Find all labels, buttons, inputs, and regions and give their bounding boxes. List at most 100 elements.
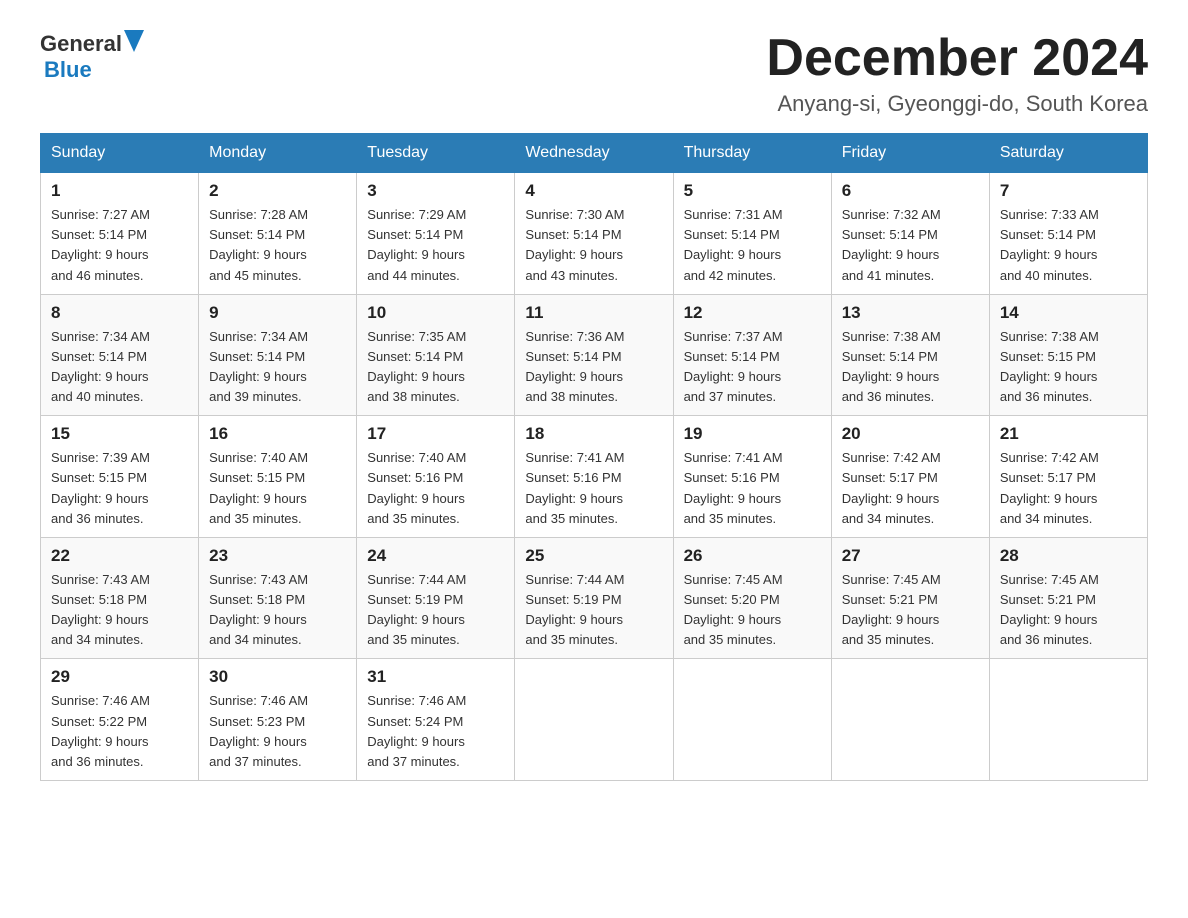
header-day-sunday: Sunday xyxy=(41,134,199,173)
cell-info: Sunrise: 7:35 AMSunset: 5:14 PMDaylight:… xyxy=(367,327,504,408)
cell-day-number: 24 xyxy=(367,546,504,566)
calendar-cell: 31 Sunrise: 7:46 AMSunset: 5:24 PMDayligh… xyxy=(357,659,515,781)
logo: General Blue xyxy=(40,30,144,83)
calendar-cell: 23 Sunrise: 7:43 AMSunset: 5:18 PMDayligh… xyxy=(199,537,357,659)
cell-day-number: 19 xyxy=(684,424,821,444)
logo-general: General xyxy=(40,31,122,57)
cell-info: Sunrise: 7:45 AMSunset: 5:21 PMDaylight:… xyxy=(842,570,979,651)
cell-info: Sunrise: 7:31 AMSunset: 5:14 PMDaylight:… xyxy=(684,205,821,286)
cell-info: Sunrise: 7:44 AMSunset: 5:19 PMDaylight:… xyxy=(367,570,504,651)
calendar-cell: 30 Sunrise: 7:46 AMSunset: 5:23 PMDayligh… xyxy=(199,659,357,781)
calendar-cell: 16Sunrise: 7:40 AMSunset: 5:15 PMDayligh… xyxy=(199,416,357,538)
cell-info: Sunrise: 7:37 AMSunset: 5:14 PMDaylight:… xyxy=(684,327,821,408)
cell-info: Sunrise: 7:46 AMSunset: 5:24 PMDaylight:… xyxy=(367,691,504,772)
cell-day-number: 4 xyxy=(525,181,662,201)
cell-day-number: 31 xyxy=(367,667,504,687)
cell-day-number: 5 xyxy=(684,181,821,201)
cell-day-number: 28 xyxy=(1000,546,1137,566)
title-block: December 2024 Anyang-si, Gyeonggi-do, So… xyxy=(766,30,1148,117)
cell-day-number: 25 xyxy=(525,546,662,566)
cell-info: Sunrise: 7:43 AMSunset: 5:18 PMDaylight:… xyxy=(209,570,346,651)
header: General Blue December 2024 Anyang-si, Gy… xyxy=(40,30,1148,117)
cell-info: Sunrise: 7:40 AMSunset: 5:15 PMDaylight:… xyxy=(209,448,346,529)
calendar-week-4: 22 Sunrise: 7:43 AMSunset: 5:18 PMDayligh… xyxy=(41,537,1148,659)
cell-day-number: 9 xyxy=(209,303,346,323)
cell-info: Sunrise: 7:42 AMSunset: 5:17 PMDaylight:… xyxy=(1000,448,1137,529)
cell-info: Sunrise: 7:27 AMSunset: 5:14 PMDaylight:… xyxy=(51,205,188,286)
cell-day-number: 15 xyxy=(51,424,188,444)
cell-day-number: 23 xyxy=(209,546,346,566)
cell-info: Sunrise: 7:29 AMSunset: 5:14 PMDaylight:… xyxy=(367,205,504,286)
calendar-cell: 27Sunrise: 7:45 AMSunset: 5:21 PMDayligh… xyxy=(831,537,989,659)
cell-day-number: 2 xyxy=(209,181,346,201)
cell-info: Sunrise: 7:38 AMSunset: 5:15 PMDaylight:… xyxy=(1000,327,1137,408)
cell-day-number: 6 xyxy=(842,181,979,201)
calendar-cell: 29 Sunrise: 7:46 AMSunset: 5:22 PMDayligh… xyxy=(41,659,199,781)
calendar-cell xyxy=(515,659,673,781)
calendar-title: December 2024 xyxy=(766,30,1148,87)
cell-day-number: 29 xyxy=(51,667,188,687)
header-day-friday: Friday xyxy=(831,134,989,173)
cell-info: Sunrise: 7:36 AMSunset: 5:14 PMDaylight:… xyxy=(525,327,662,408)
cell-day-number: 30 xyxy=(209,667,346,687)
cell-day-number: 21 xyxy=(1000,424,1137,444)
calendar-header: SundayMondayTuesdayWednesdayThursdayFrid… xyxy=(41,134,1148,173)
cell-day-number: 18 xyxy=(525,424,662,444)
cell-info: Sunrise: 7:43 AMSunset: 5:18 PMDaylight:… xyxy=(51,570,188,651)
calendar-cell: 1 Sunrise: 7:27 AMSunset: 5:14 PMDaylight… xyxy=(41,173,199,295)
calendar-cell: 4 Sunrise: 7:30 AMSunset: 5:14 PMDaylight… xyxy=(515,173,673,295)
calendar-cell: 28 Sunrise: 7:45 AMSunset: 5:21 PMDayligh… xyxy=(989,537,1147,659)
calendar-subtitle: Anyang-si, Gyeonggi-do, South Korea xyxy=(766,91,1148,117)
logo-blue-text: Blue xyxy=(44,57,92,83)
calendar-cell: 13 Sunrise: 7:38 AMSunset: 5:14 PMDayligh… xyxy=(831,294,989,416)
calendar-cell: 2Sunrise: 7:28 AMSunset: 5:14 PMDaylight… xyxy=(199,173,357,295)
calendar-week-3: 15 Sunrise: 7:39 AMSunset: 5:15 PMDayligh… xyxy=(41,416,1148,538)
calendar-cell: 24 Sunrise: 7:44 AMSunset: 5:19 PMDayligh… xyxy=(357,537,515,659)
cell-info: Sunrise: 7:39 AMSunset: 5:15 PMDaylight:… xyxy=(51,448,188,529)
calendar-cell: 14 Sunrise: 7:38 AMSunset: 5:15 PMDayligh… xyxy=(989,294,1147,416)
cell-info: Sunrise: 7:40 AMSunset: 5:16 PMDaylight:… xyxy=(367,448,504,529)
cell-day-number: 17 xyxy=(367,424,504,444)
cell-info: Sunrise: 7:34 AMSunset: 5:14 PMDaylight:… xyxy=(51,327,188,408)
calendar-week-5: 29 Sunrise: 7:46 AMSunset: 5:22 PMDayligh… xyxy=(41,659,1148,781)
calendar-cell xyxy=(673,659,831,781)
calendar-table: SundayMondayTuesdayWednesdayThursdayFrid… xyxy=(40,133,1148,781)
header-day-saturday: Saturday xyxy=(989,134,1147,173)
calendar-cell: 7Sunrise: 7:33 AMSunset: 5:14 PMDaylight… xyxy=(989,173,1147,295)
cell-day-number: 3 xyxy=(367,181,504,201)
calendar-week-1: 1 Sunrise: 7:27 AMSunset: 5:14 PMDaylight… xyxy=(41,173,1148,295)
cell-day-number: 14 xyxy=(1000,303,1137,323)
header-day-tuesday: Tuesday xyxy=(357,134,515,173)
cell-day-number: 20 xyxy=(842,424,979,444)
calendar-cell: 20Sunrise: 7:42 AMSunset: 5:17 PMDayligh… xyxy=(831,416,989,538)
cell-day-number: 8 xyxy=(51,303,188,323)
cell-day-number: 26 xyxy=(684,546,821,566)
cell-info: Sunrise: 7:46 AMSunset: 5:23 PMDaylight:… xyxy=(209,691,346,772)
calendar-cell: 5 Sunrise: 7:31 AMSunset: 5:14 PMDaylight… xyxy=(673,173,831,295)
cell-info: Sunrise: 7:46 AMSunset: 5:22 PMDaylight:… xyxy=(51,691,188,772)
cell-info: Sunrise: 7:41 AMSunset: 5:16 PMDaylight:… xyxy=(525,448,662,529)
cell-info: Sunrise: 7:38 AMSunset: 5:14 PMDaylight:… xyxy=(842,327,979,408)
cell-day-number: 1 xyxy=(51,181,188,201)
cell-info: Sunrise: 7:41 AMSunset: 5:16 PMDaylight:… xyxy=(684,448,821,529)
calendar-cell: 3 Sunrise: 7:29 AMSunset: 5:14 PMDaylight… xyxy=(357,173,515,295)
header-day-monday: Monday xyxy=(199,134,357,173)
cell-info: Sunrise: 7:45 AMSunset: 5:21 PMDaylight:… xyxy=(1000,570,1137,651)
header-day-wednesday: Wednesday xyxy=(515,134,673,173)
page-container: General Blue December 2024 Anyang-si, Gy… xyxy=(40,30,1148,781)
cell-info: Sunrise: 7:30 AMSunset: 5:14 PMDaylight:… xyxy=(525,205,662,286)
cell-day-number: 13 xyxy=(842,303,979,323)
calendar-cell xyxy=(989,659,1147,781)
header-row: SundayMondayTuesdayWednesdayThursdayFrid… xyxy=(41,134,1148,173)
cell-day-number: 11 xyxy=(525,303,662,323)
calendar-cell: 15 Sunrise: 7:39 AMSunset: 5:15 PMDayligh… xyxy=(41,416,199,538)
calendar-cell: 21 Sunrise: 7:42 AMSunset: 5:17 PMDayligh… xyxy=(989,416,1147,538)
calendar-cell: 25 Sunrise: 7:44 AMSunset: 5:19 PMDayligh… xyxy=(515,537,673,659)
calendar-cell: 19 Sunrise: 7:41 AMSunset: 5:16 PMDayligh… xyxy=(673,416,831,538)
cell-info: Sunrise: 7:44 AMSunset: 5:19 PMDaylight:… xyxy=(525,570,662,651)
cell-day-number: 22 xyxy=(51,546,188,566)
cell-info: Sunrise: 7:33 AMSunset: 5:14 PMDaylight:… xyxy=(1000,205,1137,286)
cell-day-number: 10 xyxy=(367,303,504,323)
calendar-cell: 12Sunrise: 7:37 AMSunset: 5:14 PMDayligh… xyxy=(673,294,831,416)
cell-info: Sunrise: 7:32 AMSunset: 5:14 PMDaylight:… xyxy=(842,205,979,286)
